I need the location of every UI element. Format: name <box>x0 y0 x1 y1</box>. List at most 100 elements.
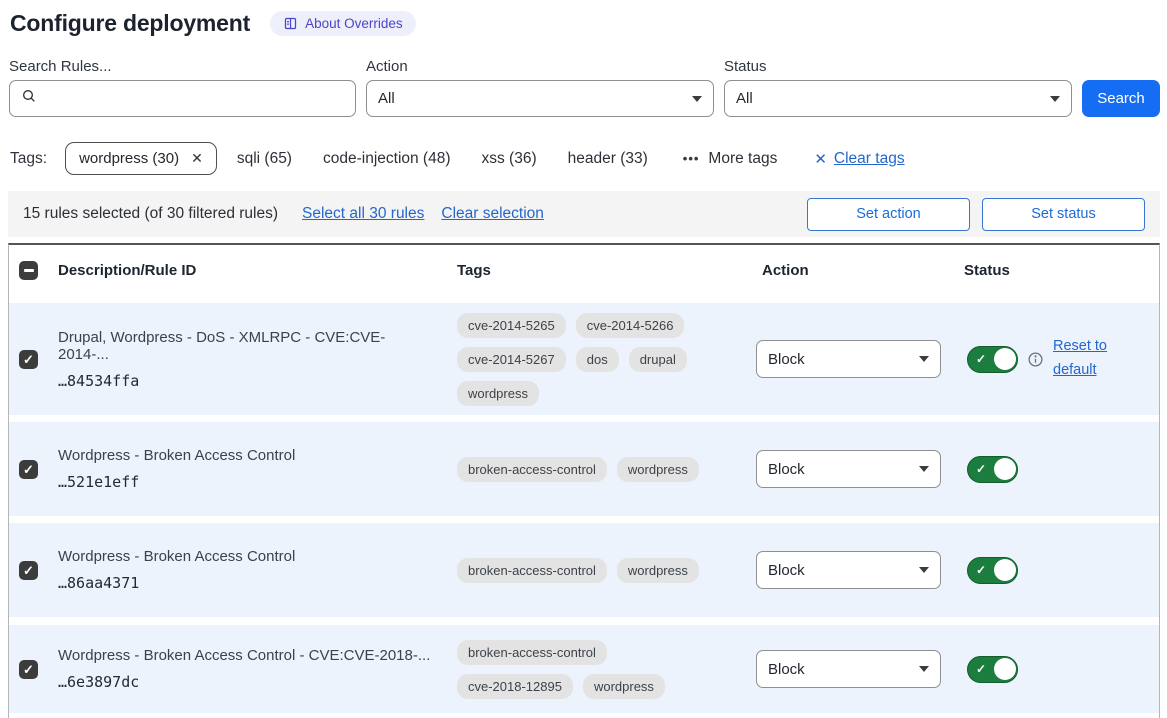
table-row: ✓ Wordpress - Broken Access Control …86a… <box>9 523 1159 617</box>
chevron-down-icon <box>919 567 929 573</box>
status-filter-value: All <box>736 90 753 107</box>
remove-tag-icon[interactable]: ✕ <box>191 150 203 167</box>
search-rules-field: Search Rules... <box>9 58 356 117</box>
rule-action-cell: Block <box>756 340 964 378</box>
tag-pill: wordpress <box>617 457 699 482</box>
search-button[interactable]: Search <box>1082 80 1160 117</box>
toggle-knob <box>994 559 1016 581</box>
action-value: Block <box>768 461 805 478</box>
row-checkbox[interactable]: ✓ <box>19 350 38 369</box>
check-icon: ✓ <box>23 564 34 577</box>
set-status-button[interactable]: Set status <box>982 198 1145 231</box>
rule-id: …6e3897dc <box>58 673 433 691</box>
rule-description-cell: Drupal, Wordpress - DoS - XMLRPC - CVE:C… <box>58 329 457 390</box>
action-value: Block <box>768 351 805 368</box>
search-input[interactable] <box>46 90 344 107</box>
column-header-description: Description/Rule ID <box>58 262 457 279</box>
tag-pill: wordpress <box>583 674 665 699</box>
rule-status-cell: ✓ <box>964 557 1159 584</box>
rule-id: …84534ffa <box>58 372 433 390</box>
tag-pill: wordpress <box>617 558 699 583</box>
rule-action-cell: Block <box>756 551 964 589</box>
row-checkbox[interactable]: ✓ <box>19 561 38 580</box>
info-icon[interactable] <box>1027 351 1044 368</box>
rule-description: Wordpress - Broken Access Control - CVE:… <box>58 647 433 664</box>
rule-description: Wordpress - Broken Access Control <box>58 447 433 464</box>
action-select[interactable]: Block <box>756 340 941 378</box>
action-select[interactable]: Block <box>756 551 941 589</box>
check-icon: ✓ <box>976 564 986 576</box>
ellipsis-icon: ••• <box>683 151 700 166</box>
check-icon: ✓ <box>976 663 986 675</box>
chevron-down-icon <box>1050 96 1060 102</box>
action-filter-field: Action All <box>366 58 714 117</box>
status-toggle[interactable]: ✓ <box>967 346 1018 373</box>
tags-label: Tags: <box>10 150 47 168</box>
rule-action-cell: Block <box>756 650 964 688</box>
rule-tags-cell: broken-access-control wordpress <box>457 457 729 482</box>
check-icon: ✓ <box>976 463 986 475</box>
tag-pill: broken-access-control <box>457 457 607 482</box>
tag-link-xss[interactable]: xss (36) <box>482 150 537 168</box>
status-toggle[interactable]: ✓ <box>967 557 1018 584</box>
toggle-knob <box>994 458 1016 480</box>
rule-id: …86aa4371 <box>58 574 433 592</box>
tag-link-header[interactable]: header (33) <box>568 150 648 168</box>
selected-tag-label: wordpress (30) <box>79 150 179 167</box>
tag-link-code-injection[interactable]: code-injection (48) <box>323 150 451 168</box>
select-all-checkbox[interactable] <box>19 261 38 280</box>
rule-description: Drupal, Wordpress - DoS - XMLRPC - CVE:C… <box>58 329 433 363</box>
filters-bar: Search Rules... Action All Status All <box>9 58 1160 117</box>
action-select[interactable]: Block <box>756 450 941 488</box>
rule-action-cell: Block <box>756 450 964 488</box>
chevron-down-icon <box>692 96 702 102</box>
tag-pill: drupal <box>629 347 687 372</box>
search-input-box[interactable] <box>9 80 356 117</box>
book-icon <box>283 16 298 31</box>
tag-pill: dos <box>576 347 619 372</box>
check-icon: ✓ <box>23 353 34 366</box>
tag-pill: cve-2014-5266 <box>576 313 685 338</box>
chevron-down-icon <box>919 666 929 672</box>
rule-tags-cell: broken-access-control cve-2018-12895 wor… <box>457 640 729 699</box>
close-icon: ✕ <box>814 150 827 168</box>
row-checkbox[interactable]: ✓ <box>19 660 38 679</box>
selected-tag-wordpress[interactable]: wordpress (30) ✕ <box>65 142 217 175</box>
status-filter-select[interactable]: All <box>724 80 1072 117</box>
tag-pill: broken-access-control <box>457 640 607 665</box>
rules-table: Description/Rule ID Tags Action Status ✓… <box>8 243 1160 718</box>
check-icon: ✓ <box>23 663 34 676</box>
tag-link-sqli[interactable]: sqli (65) <box>237 150 292 168</box>
rule-status-cell: ✓ <box>964 656 1159 683</box>
more-tags-button[interactable]: ••• More tags <box>683 150 778 168</box>
select-all-link[interactable]: Select all 30 rules <box>302 205 424 223</box>
status-toggle[interactable]: ✓ <box>967 456 1018 483</box>
status-toggle[interactable]: ✓ <box>967 656 1018 683</box>
indeterminate-icon <box>24 269 34 272</box>
clear-tags-label: Clear tags <box>834 150 905 168</box>
rule-description-cell: Wordpress - Broken Access Control …86aa4… <box>58 548 457 592</box>
about-overrides-badge[interactable]: About Overrides <box>270 11 416 36</box>
clear-selection-link[interactable]: Clear selection <box>441 205 544 223</box>
about-overrides-label: About Overrides <box>305 16 403 31</box>
action-value: Block <box>768 562 805 579</box>
reset-to-default-link[interactable]: Reset to default <box>1053 335 1117 383</box>
rule-description-cell: Wordpress - Broken Access Control …521e1… <box>58 447 457 491</box>
action-select[interactable]: Block <box>756 650 941 688</box>
clear-tags-link[interactable]: ✕ Clear tags <box>814 150 904 168</box>
rule-tags-cell: broken-access-control wordpress <box>457 558 729 583</box>
action-filter-select[interactable]: All <box>366 80 714 117</box>
page-header: Configure deployment About Overrides <box>10 10 1160 37</box>
rule-tags-cell: cve-2014-5265 cve-2014-5266 cve-2014-526… <box>457 313 729 406</box>
configure-deployment-page: Configure deployment About Overrides Sea… <box>0 0 1167 718</box>
check-icon: ✓ <box>976 353 986 365</box>
tag-pill: cve-2018-12895 <box>457 674 573 699</box>
page-title: Configure deployment <box>10 10 250 37</box>
toggle-knob <box>994 348 1016 370</box>
row-checkbox[interactable]: ✓ <box>19 460 38 479</box>
tag-pill: wordpress <box>457 381 539 406</box>
column-header-tags: Tags <box>457 262 756 279</box>
more-tags-label: More tags <box>708 150 777 168</box>
set-action-button[interactable]: Set action <box>807 198 970 231</box>
chevron-down-icon <box>919 466 929 472</box>
